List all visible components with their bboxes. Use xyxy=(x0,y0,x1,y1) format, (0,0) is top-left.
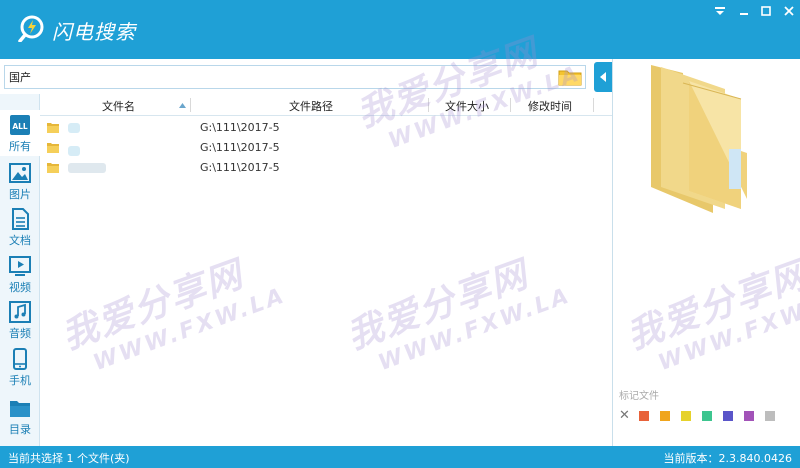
close-button[interactable] xyxy=(780,4,798,18)
title-bar: 闪电搜索 xyxy=(0,0,800,59)
lightning-logo-icon xyxy=(18,15,44,42)
audio-icon xyxy=(9,301,31,323)
folder-icon xyxy=(558,70,582,86)
file-path: G:\111\2017-5 xyxy=(200,141,280,154)
file-name-placeholder xyxy=(68,146,80,156)
nav-label-audio: 音频 xyxy=(9,327,31,340)
column-header-modified[interactable]: 修改时间 xyxy=(528,98,572,114)
nav-item-directory[interactable]: 目录 xyxy=(0,393,40,439)
column-divider[interactable] xyxy=(428,98,429,112)
picture-icon xyxy=(9,163,31,183)
column-header-path[interactable]: 文件路径 xyxy=(289,98,333,114)
status-bar: 当前共选择 1 个文件(夹) 当前版本：2.3.840.0426 xyxy=(0,446,800,468)
file-name-placeholder xyxy=(68,123,80,133)
version-label: 当前版本：2.3.840.0426 xyxy=(663,452,792,465)
search-bar xyxy=(0,59,612,94)
clear-tag-button[interactable]: ✕ xyxy=(619,409,631,422)
nav-item-audio[interactable]: 音频 xyxy=(0,297,40,343)
nav-item-pictures[interactable]: 图片 xyxy=(0,158,40,204)
nav-item-videos[interactable]: 视频 xyxy=(0,251,40,297)
nav-item-phone[interactable]: 手机 xyxy=(0,344,40,390)
tag-color-purple[interactable] xyxy=(744,411,754,421)
column-divider[interactable] xyxy=(190,98,191,112)
folder-preview-icon xyxy=(651,65,747,213)
tag-files-label: 标记文件 xyxy=(619,391,659,402)
folder-icon xyxy=(47,143,59,153)
tag-color-blue[interactable] xyxy=(723,411,733,421)
table-row[interactable]: G:\111\2017-5 xyxy=(40,118,612,138)
file-name-placeholder xyxy=(68,163,106,173)
table-header: 文件名 文件路径 文件大小 修改时间 xyxy=(40,94,612,116)
table-row[interactable]: G:\111\2017-5 xyxy=(40,138,612,158)
nav-label-all: 所有 xyxy=(9,140,31,153)
all-icon: ALL xyxy=(10,115,30,135)
nav-item-all[interactable]: ALL 所有 xyxy=(0,110,40,156)
svg-text:ALL: ALL xyxy=(12,122,28,131)
tag-color-picker: ✕ xyxy=(619,409,786,422)
column-header-size[interactable]: 文件大小 xyxy=(445,98,489,114)
table-row[interactable]: G:\111\2017-5 xyxy=(40,158,612,178)
chevron-left-icon xyxy=(600,72,606,82)
tag-color-gray[interactable] xyxy=(765,411,775,421)
minimize-icon xyxy=(740,13,748,15)
nav-label-documents: 文档 xyxy=(9,234,31,247)
toggle-preview-button[interactable] xyxy=(594,62,612,92)
document-icon xyxy=(12,208,29,230)
nav-label-phone: 手机 xyxy=(9,374,31,387)
nav-label-videos: 视频 xyxy=(9,281,31,294)
menu-dropdown-icon xyxy=(715,7,725,15)
minimize-button[interactable] xyxy=(735,4,753,18)
maximize-icon xyxy=(761,6,771,16)
app-title: 闪电搜索 xyxy=(52,20,136,44)
column-header-name[interactable]: 文件名 xyxy=(102,98,135,114)
column-divider[interactable] xyxy=(510,98,511,112)
file-path: G:\111\2017-5 xyxy=(200,161,280,174)
video-icon xyxy=(9,256,31,276)
folder-icon xyxy=(10,401,30,417)
tag-color-yellow[interactable] xyxy=(681,411,691,421)
nav-label-pictures: 图片 xyxy=(9,188,31,201)
search-input[interactable] xyxy=(4,65,586,89)
sort-ascending-icon xyxy=(179,103,186,108)
tag-color-red[interactable] xyxy=(639,411,649,421)
tag-color-green[interactable] xyxy=(702,411,712,421)
menu-button[interactable] xyxy=(711,4,729,18)
close-icon xyxy=(784,6,794,16)
phone-icon xyxy=(13,348,27,370)
maximize-button[interactable] xyxy=(757,4,775,18)
selection-status: 当前共选择 1 个文件(夹) xyxy=(8,452,130,465)
file-list: 文件名 文件路径 文件大小 修改时间 G:\111\2017-5 G:\111\… xyxy=(40,94,612,446)
nav-label-directory: 目录 xyxy=(9,423,31,436)
column-divider[interactable] xyxy=(593,98,594,112)
browse-folder-button[interactable] xyxy=(558,68,582,86)
folder-icon xyxy=(47,123,59,133)
folder-icon xyxy=(47,163,59,173)
nav-item-documents[interactable]: 文档 xyxy=(0,204,40,250)
tag-color-orange[interactable] xyxy=(660,411,670,421)
preview-panel: 标记文件 ✕ xyxy=(612,59,800,446)
category-sidebar: ALL 所有 图片 文档 视频 音频 手机 目录 xyxy=(0,94,40,446)
file-path: G:\111\2017-5 xyxy=(200,121,280,134)
